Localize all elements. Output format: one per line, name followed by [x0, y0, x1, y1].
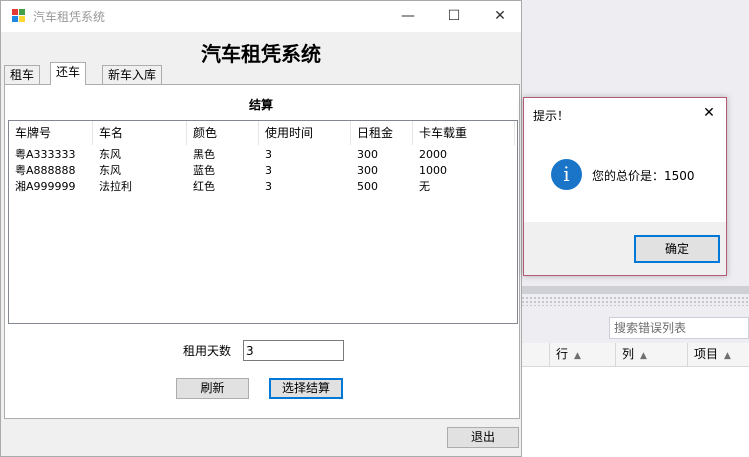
cell-duration: 3 [265, 148, 272, 161]
table-row[interactable]: 粤A888888 东风 蓝色 3 300 1000 [9, 163, 517, 179]
cell-plate: 粤A888888 [15, 164, 76, 177]
list-header: 车牌号 车名 颜色 使用时间 日租金 卡车载重 [9, 121, 517, 145]
cell-plate: 粤A333333 [15, 148, 76, 161]
sort-up-icon: ▲ [724, 351, 731, 361]
cell-name: 东风 [99, 148, 121, 161]
dialog-message: 您的总价是：1500 [592, 169, 695, 183]
tab-return[interactable]: 还车 [50, 62, 87, 85]
group-title: 结算 [248, 98, 273, 112]
cell-load: 1000 [419, 164, 447, 177]
ok-button[interactable]: 确定 [634, 235, 720, 263]
cell-name: 法拉利 [99, 180, 132, 193]
rental-days-label: 租用天数 [183, 344, 232, 358]
error-list-search-input[interactable]: 搜索错误列表 [609, 317, 749, 339]
column-header[interactable]: 车牌号 [9, 121, 93, 145]
cell-daily-rent: 500 [357, 180, 378, 193]
column-header[interactable]: 使用时间 [259, 121, 351, 145]
settle-button[interactable]: 选择结算 [269, 378, 343, 399]
column-header[interactable]: 日租金 [351, 121, 413, 145]
cell-plate: 湘A999999 [15, 180, 76, 193]
sort-up-icon: ▲ [574, 351, 581, 361]
column-header-line[interactable]: 行 ▲ [549, 343, 619, 367]
error-list-header: 行 ▲ 列 ▲ 项目 ▲ [521, 343, 749, 367]
main-window: 汽车租凭系统 — ☐ ✕ 汽车租凭系统 租车 还车 新车入库 结算 车牌号 车名… [0, 0, 522, 457]
column-header-label: 列 [622, 347, 635, 361]
error-list-body [521, 367, 749, 457]
bottom-area [1, 420, 521, 456]
background-splitter [521, 286, 749, 294]
column-header-label: 行 [556, 347, 569, 361]
tab-new-car[interactable]: 新车入库 [102, 65, 163, 85]
dialog-close-button[interactable]: ✕ [692, 98, 726, 130]
maximize-button[interactable]: ☐ [431, 1, 477, 32]
cell-load: 无 [419, 180, 430, 193]
title-bar[interactable]: 汽车租凭系统 — ☐ ✕ [1, 1, 521, 32]
app-icon [12, 9, 26, 23]
cell-daily-rent: 300 [357, 148, 378, 161]
cell-duration: 3 [265, 164, 272, 177]
cell-color: 蓝色 [193, 164, 215, 177]
dialog-title: 提示！ [533, 109, 570, 123]
cell-daily-rent: 300 [357, 164, 378, 177]
sort-up-icon: ▲ [640, 351, 647, 361]
column-header-label: 项目 [694, 347, 719, 361]
info-icon: i [551, 159, 582, 190]
column-header-column[interactable]: 列 ▲ [615, 343, 685, 367]
window-title: 汽车租凭系统 [33, 10, 106, 24]
cell-color: 黑色 [193, 148, 215, 161]
table-row[interactable]: 湘A999999 法拉利 红色 3 500 无 [9, 179, 517, 195]
close-button[interactable]: ✕ [477, 1, 523, 32]
table-row[interactable]: 粤A333333 东风 黑色 3 300 2000 [9, 147, 517, 163]
rental-days-input[interactable] [243, 340, 344, 361]
tab-rent[interactable]: 租车 [4, 65, 41, 85]
column-header[interactable]: 颜色 [187, 121, 259, 145]
cell-load: 2000 [419, 148, 447, 161]
cell-name: 东风 [99, 164, 121, 177]
exit-button[interactable]: 退出 [447, 427, 519, 448]
car-list-view[interactable]: 车牌号 车名 颜色 使用时间 日租金 卡车载重 粤A333333 东风 黑色 3… [8, 120, 518, 324]
message-dialog: 提示！ ✕ i 您的总价是：1500 确定 [523, 97, 727, 276]
cell-duration: 3 [265, 180, 272, 193]
column-header[interactable]: 卡车载重 [413, 121, 515, 145]
cell-color: 红色 [193, 180, 215, 193]
minimize-button[interactable]: — [385, 1, 431, 32]
column-header[interactable]: 车名 [93, 121, 187, 145]
column-header-project[interactable]: 项目 ▲ [687, 343, 749, 367]
dialog-footer: 确定 [524, 222, 726, 275]
refresh-button[interactable]: 刷新 [176, 378, 249, 399]
background-grip [521, 296, 749, 306]
